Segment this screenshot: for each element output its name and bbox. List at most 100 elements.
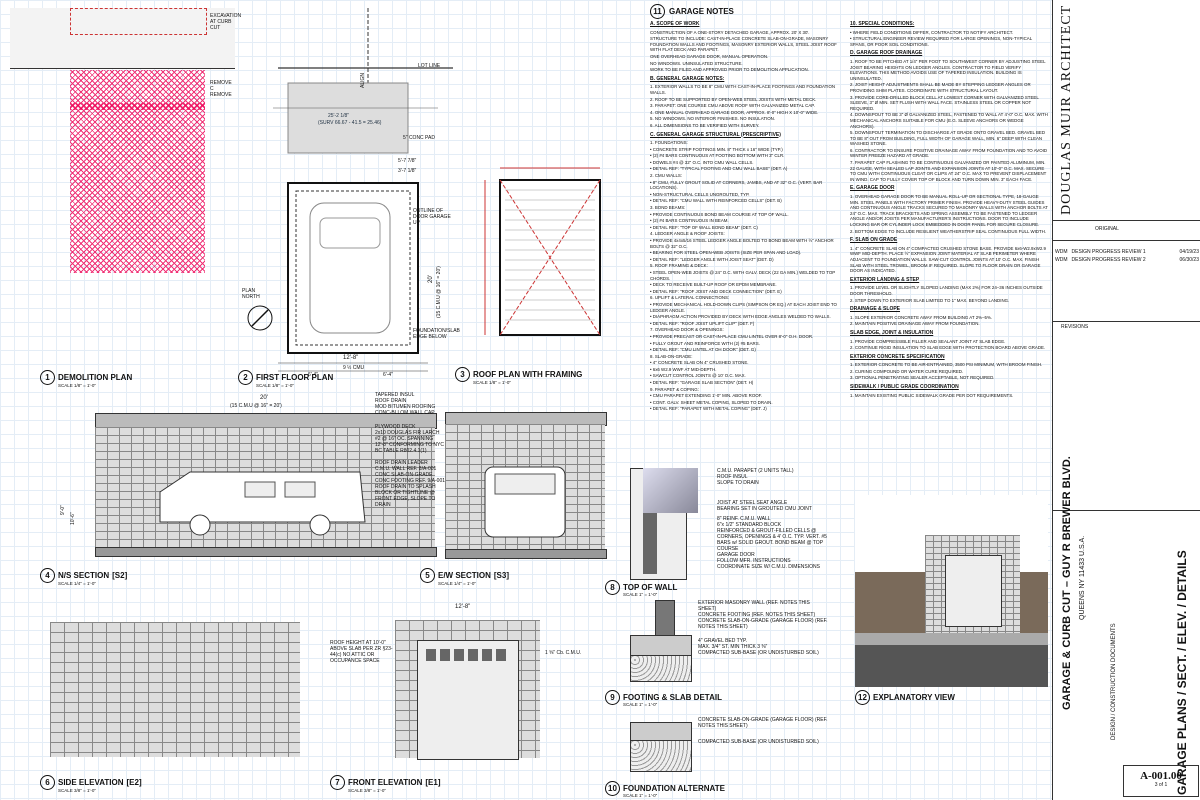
length-sub-dim: (15 C.M.U @ 16" = 20') <box>436 266 442 318</box>
dimension-b: (SURV 66.67 - 41.5 = 25.46) <box>318 120 382 126</box>
notes-item: 1. PROVIDE LEVEL OR SLIGHTLY SLOPED LAND… <box>850 285 1043 296</box>
height-dim-1: 9'-0" <box>60 505 66 515</box>
top-of-wall-notes: C.M.U. PARAPET (2 UNITS TALL) ROOF INSUL… <box>717 468 837 570</box>
notes-item: 2. ROOF TO BE SUPPORTED BY OPEN-WEB STEE… <box>650 96 817 102</box>
view-number-9: 9 <box>605 690 620 705</box>
van-silhouette <box>159 471 366 536</box>
align-label: ALIGN <box>360 72 366 88</box>
view-number-10: 10 <box>605 781 620 796</box>
notes-item: • PROVIDE CONTINUOUS BOND BEAM COURSE AT… <box>650 211 789 217</box>
notes-section-heading: B. GENERAL GARAGE NOTES: <box>650 75 725 82</box>
notes-item: • STEEL OPEN-WEB JOISTS @ 24" O.C. WITH … <box>650 269 836 281</box>
notes-item: • DIAPHRAGM ACTION PROVIDED BY DECK WITH… <box>650 314 831 320</box>
render-roadway <box>855 645 1048 687</box>
view-number-5: 5 <box>420 568 435 583</box>
notes-item: 6. CONTRACTOR TO ENSURE POSITIVE DRAINAG… <box>850 147 1048 159</box>
view-name-3: ROOF PLAN WITH FRAMING <box>473 370 583 379</box>
notes-item: 1. 4" CONCRETE SLAB ON 4" COMPACTED CRUS… <box>850 245 1046 274</box>
view-name-10: FOUNDATION ALTERNATE <box>623 784 725 793</box>
notes-item: • (2) #4 BARS CONTINUOUS AT FOOTING BOTT… <box>650 153 785 159</box>
callout-joists: 2x10 DOUGLAS FIR LARCH #2 @ 16" OC. SPAN… <box>375 430 444 454</box>
conc-pad-label: 5" CONC PAD <box>403 135 435 141</box>
sheet-number-box: A-001.00 3 of 1 <box>1123 765 1199 797</box>
view-scale-6: SCALE 3/8" = 1'-0" <box>58 788 96 793</box>
notes-item: 1. EXTERIOR CONCRETE TO BE AIR-ENTRAINED… <box>850 362 1043 368</box>
notes-item: • SAWCUT CONTROL JOINTS @ 10' O.C. MAX. <box>650 373 746 379</box>
alt-gravel <box>630 740 692 772</box>
notes-item: 5. NO WINDOWS. NO INTERIOR FINISHES. NO … <box>650 116 776 122</box>
alt-notes: CONCRETE SLAB-ON-GRADE (GARAGE FLOOR) (R… <box>698 717 828 745</box>
notes-section-heading: EXTERIOR LANDING & STEP <box>850 276 920 283</box>
excavation-label: EXCAVATION AT CURB CUT <box>210 13 242 31</box>
notes-item: • (2) #4 BARS CONTINUOUS IN BEAM. <box>650 218 729 224</box>
project-name: GARAGE & CURB CUT – GUY R BREWER BLVD. <box>1061 456 1073 710</box>
issue-desc-2: DESIGN PROGRESS REVIEW 2 <box>1071 257 1146 263</box>
notes-section-heading: DRAINAGE & SLOPE <box>850 306 901 313</box>
notes-item: 8. SLAB-ON-GRADE: <box>650 353 693 359</box>
notes-column-1: A. SCOPE OF WORK CONSTRUCTION OF A ONE-ST… <box>650 18 845 468</box>
notes-item: 2. CMU WALLS: <box>650 173 683 179</box>
dimension-a: 25'-2 1/8" <box>328 113 350 119</box>
notes-item: 9. PARAPET & COPING: <box>650 386 699 392</box>
d9-note-1: EXTERIOR MASONRY WALL (REF. NOTES THIS S… <box>698 600 810 612</box>
notes-item: • CMU PARAPET EXTENDING 1'-0" MIN. ABOVE… <box>650 393 763 399</box>
d8-note-3: SLOPE TO DRAIN <box>717 480 759 486</box>
notes-item: • DOWELS #4 @ 32" O.C. INTO CMU WALL CEL… <box>650 159 754 165</box>
notes-item: • DETAIL REF: "CMU WALL WITH REINFORCED … <box>650 198 782 204</box>
notes-section-heading: EXTERIOR CONCRETE SPECIFICATION <box>850 353 945 360</box>
view-number-6: 6 <box>40 775 55 790</box>
project-location: QUEENS NY 11433 U.S.A. <box>1079 535 1086 620</box>
width-sub-dim: 9 ½ CMU <box>343 365 365 371</box>
view-number-3: 3 <box>455 367 470 382</box>
notes-item: 4. ONE MANUAL OVERHEAD GARAGE DOOR, APPR… <box>650 109 819 115</box>
view-scale-7: SCALE 3/8" = 1'-0" <box>348 788 386 793</box>
notes-item: 1. FOUNDATIONS: <box>650 140 688 146</box>
render-sidewalk <box>855 633 1048 645</box>
brick-callout: 1 ⅝" Cb. C.M.U. <box>545 650 582 656</box>
issue-row-1: WDM DESIGN PROGRESS REVIEW 1 04/19/23 <box>1053 241 1200 255</box>
remove-label-2: REMOVE <box>210 92 232 98</box>
section-dim-n2: (15 C.M.U @ 16" = 20') <box>230 403 282 409</box>
sheet-of: 3 of 1 <box>1154 782 1168 788</box>
footing-notes: EXTERIOR MASONRY WALL (REF. NOTES THIS S… <box>698 600 828 656</box>
view-ref-4: [S2] <box>112 571 128 580</box>
firm-name: DOUGLAS MUIR ARCHITECT <box>1059 4 1074 215</box>
slab-edge-label: FOUNDATION/SLAB EDGE BELOW <box>413 328 460 340</box>
view-title-12: 12 EXPLANATORY VIEW <box>855 690 955 705</box>
notes-item: 4. LEDGER ANGLE & ROOF JOISTS: <box>650 231 725 237</box>
issue-date-1: 04/19/23 <box>1179 249 1199 255</box>
notes-item: WORK TO BE FILED AND APPROVED PRIOR TO D… <box>650 67 809 73</box>
notes-item: 5. DOWNSPOUT TERMINATION TO DISCHARGE AT… <box>850 130 1046 147</box>
notes-column-2: 10. SPECIAL CONDITIONS: • WHERE FIELD CON… <box>850 18 1048 490</box>
width-total-dim: 12'-8" <box>343 355 359 361</box>
roof-plan-drawing <box>484 167 601 336</box>
notes-item: • CONT. GALV. SHEET METAL COPING, SLOPED… <box>650 399 773 405</box>
notes-item: CONSTRUCTION OF A ONE-STORY DETACHED GAR… <box>650 29 810 35</box>
demolition-hatch-2 <box>70 103 205 273</box>
notes-item: ONE OVERHEAD GARAGE DOOR, MANUAL OPERATI… <box>650 53 769 59</box>
view-ref-5: [S3] <box>493 571 510 580</box>
section-callouts: TAPERED INSUL ROOF DRAIN MOD BITUMEN ROO… <box>375 392 445 508</box>
notes-item: NO WINDOWS. UNINSULATED STRUCTURE. <box>650 60 743 66</box>
notes-item: • DETAIL REF: "CMU LINTEL AT OH DOOR" (D… <box>650 347 756 353</box>
view-number-8: 8 <box>605 580 620 595</box>
view-name-1: DEMOLITION PLAN <box>58 373 133 382</box>
notes-item: • DETAIL REF: "TYPICAL FOOTING AND CMU W… <box>650 166 788 172</box>
ew-section <box>445 412 615 562</box>
issue-date-2: 06/30/23 <box>1179 257 1199 263</box>
door-windows <box>426 649 510 661</box>
side-elevation <box>50 622 300 757</box>
view-scale-2: SCALE 1/8" = 1'-0" <box>256 383 294 388</box>
view-number-1: 1 <box>40 370 55 385</box>
view-name-8: TOP OF WALL <box>623 583 678 592</box>
view-number-2: 2 <box>238 370 253 385</box>
view-scale-10: SCALE 1" = 1'-0" <box>623 793 658 798</box>
notes-item: 7. PARAPET CAP FLASHING TO BE CONTINUOUS… <box>850 160 1047 182</box>
view-name-2: FIRST FLOOR PLAN <box>256 373 334 382</box>
notes-item: 2. CONTINUE RIGID INSULATION TO SLAB EDG… <box>850 345 1046 351</box>
foundation-alternate: CONCRETE SLAB-ON-GRADE (GARAGE FLOOR) (R… <box>610 712 830 780</box>
d8-note-11: COORDINATE SIZE W/ C.M.U. DIMENSIONS <box>717 564 820 570</box>
notes-item: • WHERE FIELD CONDITIONS DIFFER, CONTRAC… <box>850 29 1014 35</box>
d8-note-5: BEARING SET IN GROUTED CMU JOINT <box>717 506 812 512</box>
notes-item: 2. CURING COMPOUND OR WATER CURE REQUIRE… <box>850 368 964 374</box>
